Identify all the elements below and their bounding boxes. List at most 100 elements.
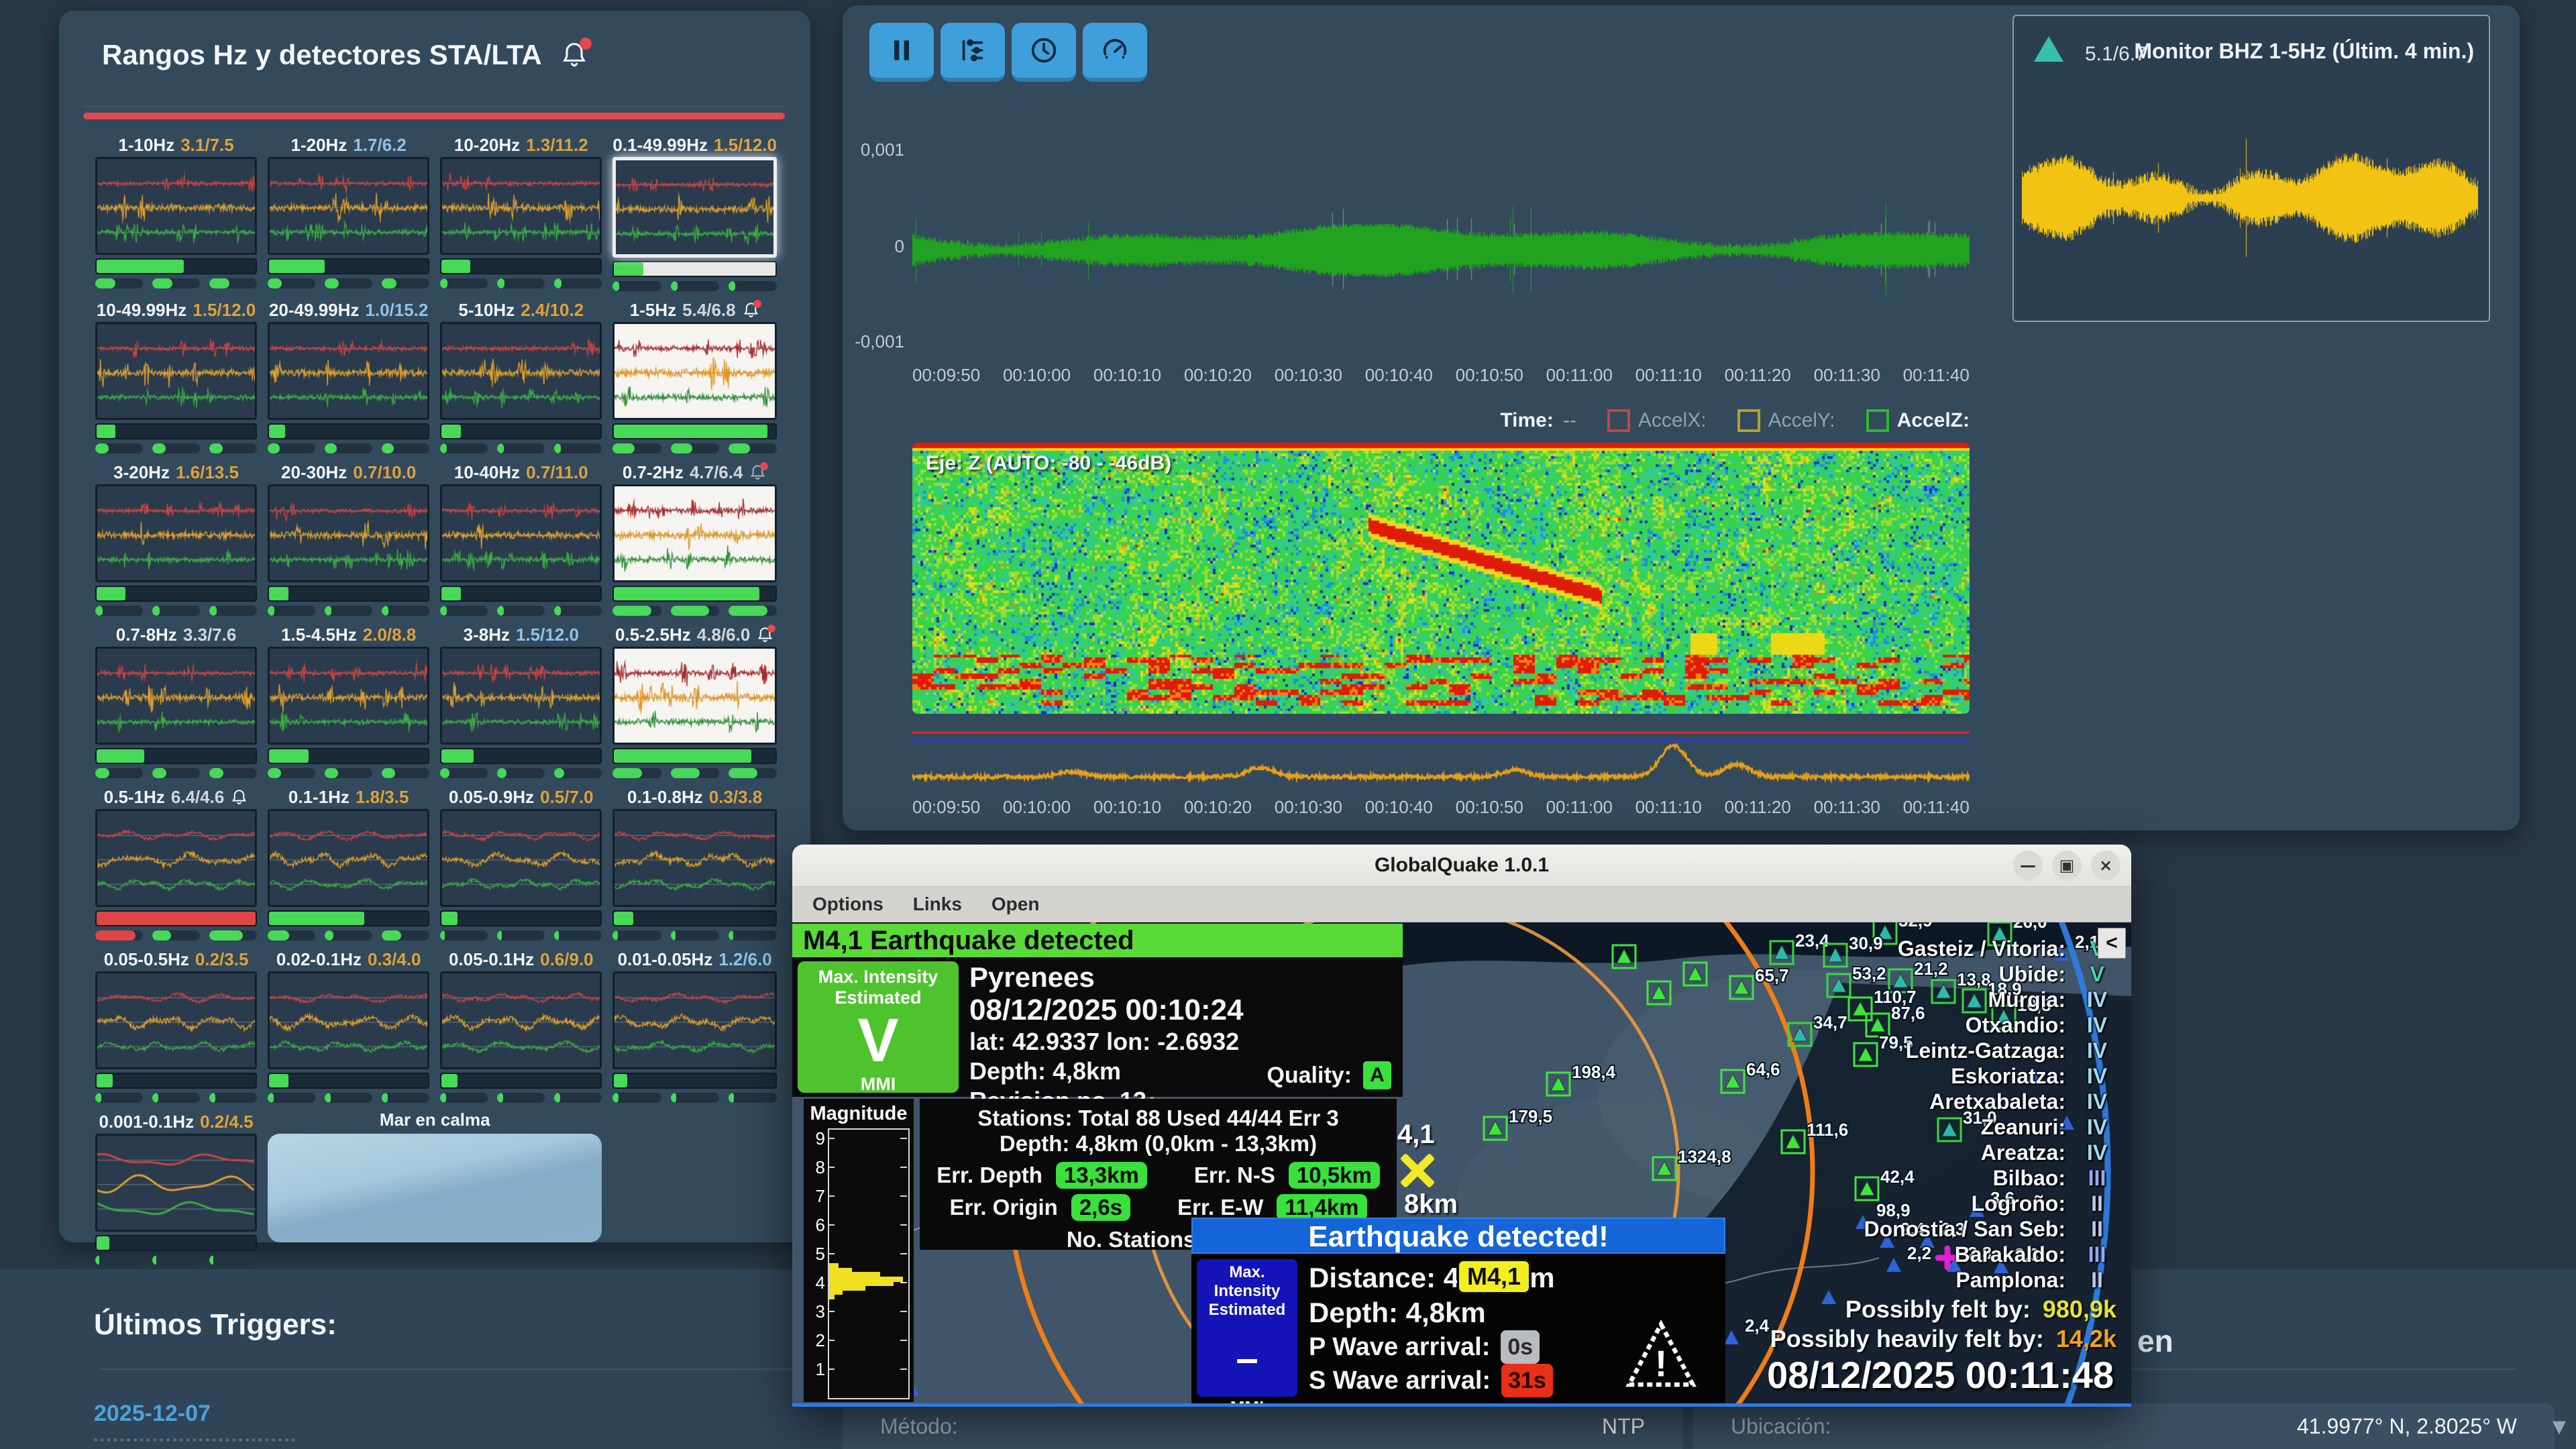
freq-cell-1.5-4.5Hz[interactable]: 1.5-4.5Hz2.0/8.8 — [268, 623, 429, 778]
freq-cell-10-40Hz[interactable]: 10-40Hz0.7/11.0 — [440, 460, 602, 616]
freq-cell-3-20Hz[interactable]: 3-20Hz1.6/13.5 — [95, 460, 257, 616]
time-tick: 00:10:00 — [1003, 797, 1071, 818]
indicator-pills — [268, 278, 429, 288]
calm-sea-label: Mar en calma — [268, 1110, 602, 1134]
freq-cell-label: 1-20Hz1.7/6.2 — [268, 133, 429, 157]
freq-cell-20-30Hz[interactable]: 20-30Hz0.7/10.0 — [268, 460, 429, 616]
err-depth-badge: 13,3km — [1056, 1162, 1147, 1189]
gauge-button[interactable] — [1083, 23, 1147, 82]
indicator-pills — [612, 1093, 777, 1103]
freq-cell-3-8Hz[interactable]: 3-8Hz1.5/12.0 — [440, 623, 602, 778]
freq-cell-10-49.99Hz[interactable]: 10-49.99Hz1.5/12.0 — [95, 298, 257, 453]
trigger-progress-bar — [268, 586, 429, 602]
freq-cell-0.1-0.8Hz[interactable]: 0.1-0.8Hz0.3/3.8 — [612, 785, 777, 941]
trigger-progress-bar — [612, 261, 777, 277]
menu-bar: OptionsLinksOpen — [792, 887, 2131, 922]
scroll-down-arrow[interactable]: ▼ — [2548, 1414, 2571, 1440]
cities-intensity-list: Gasteiz / Vitoria:VUbide:VMurgia:IVOtxan… — [1864, 936, 2116, 1293]
freq-cell-label: 3-8Hz1.5/12.0 — [440, 623, 602, 647]
freq-cell-0.02-0.1Hz[interactable]: 0.02-0.1Hz0.3/4.0 — [268, 947, 429, 1103]
pause-button[interactable] — [869, 23, 934, 82]
city-row: Ubide:V — [1864, 961, 2116, 987]
freq-cell-0.1-1Hz[interactable]: 0.1-1Hz1.8/3.5 — [268, 785, 429, 941]
freq-cell-0.001-0.1Hz[interactable]: 0.001-0.1Hz0.2/4.5 — [95, 1110, 257, 1265]
err-ew-badge: 11,4km — [1277, 1194, 1366, 1221]
freq-cell-5-10Hz[interactable]: 5-10Hz2.4/10.2 — [440, 298, 602, 453]
felt-row: Possibly felt by: 980,9k — [1845, 1295, 2116, 1324]
freq-cell-20-49.99Hz[interactable]: 20-49.99Hz1.0/15.2 — [268, 298, 429, 453]
freq-cell-0.7-2Hz[interactable]: 0.7-2Hz4.7/6.4 — [612, 460, 777, 616]
detected-intensity-box: Max. Intensity Estimated – MMI — [1197, 1259, 1297, 1397]
indicator-pills — [95, 606, 257, 616]
p-wave-label: P Wave arrival: — [1309, 1330, 1490, 1364]
map-collapse-button[interactable]: < — [2098, 928, 2126, 959]
trigger-date-link[interactable]: 2025-12-07 — [94, 1401, 211, 1427]
trigger-progress-bar — [440, 258, 602, 274]
mag-tick-label: 2 — [806, 1330, 825, 1351]
alarm-bell-icon[interactable] — [559, 40, 589, 70]
indicator-pills — [268, 930, 429, 941]
filters-button[interactable] — [941, 23, 1005, 82]
quality-badge: A — [1361, 1059, 1393, 1091]
freq-cell-0.05-0.5Hz[interactable]: 0.05-0.5Hz0.2/3.5 — [95, 947, 257, 1103]
window-titlebar[interactable]: GlobalQuake 1.0.1 — ▣ × — [792, 845, 2131, 887]
freq-cell-label: 0.001-0.1Hz0.2/4.5 — [95, 1110, 257, 1134]
freq-cell-0.7-8Hz[interactable]: 0.7-8Hz3.3/7.6 — [95, 623, 257, 778]
mag-histogram-bar — [829, 1294, 835, 1299]
legend-time: Time:-- — [1500, 409, 1576, 432]
freq-cell-0.05-0.9Hz[interactable]: 0.05-0.9Hz0.5/7.0 — [440, 785, 602, 941]
menu-links[interactable]: Links — [900, 894, 975, 915]
freq-cell-0.5-1Hz[interactable]: 0.5-1Hz6.4/4.6 — [95, 785, 257, 941]
freq-cell-1-5Hz[interactable]: 1-5Hz5.4/6.8 — [612, 298, 777, 453]
err-ew-label: Err. E-W — [1177, 1195, 1263, 1220]
legend-item-AccelX[interactable]: AccelX: — [1607, 409, 1707, 432]
quality-label: Quality: — [1267, 1063, 1352, 1089]
time-tick: 00:10:00 — [1003, 365, 1071, 386]
checkbox-icon[interactable] — [1866, 409, 1889, 432]
seismogram-canvas — [912, 146, 1970, 354]
freq-cell-0.05-0.1Hz[interactable]: 0.05-0.1Hz0.6/9.0 — [440, 947, 602, 1103]
freq-cell-label: 1-5Hz5.4/6.8 — [612, 298, 777, 322]
city-row: Zeanuri:IV — [1864, 1114, 2116, 1140]
close-button[interactable]: × — [2091, 851, 2121, 880]
legend-item-AccelY[interactable]: AccelY: — [1737, 409, 1835, 432]
freq-cell-10-20Hz[interactable]: 10-20Hz1.3/11.2 — [440, 133, 602, 291]
indicator-pills — [268, 443, 429, 453]
calm-sea-tile: Mar en calma — [268, 1110, 602, 1265]
legend-item-AccelZ[interactable]: AccelZ: — [1866, 409, 1970, 432]
monitor-title: Monitor BHZ 1-5Hz (Últim. 4 min.) — [2134, 39, 2474, 64]
time-tick: 00:11:30 — [1814, 365, 1880, 386]
heavily-felt-label: Possibly heavily felt by: — [1770, 1325, 2044, 1353]
freq-cell-0.01-0.05Hz[interactable]: 0.01-0.05Hz1.2/6.0 — [612, 947, 777, 1103]
checkbox-icon[interactable] — [1737, 409, 1760, 432]
globalquake-window: GlobalQuake 1.0.1 — ▣ × OptionsLinksOpen… — [792, 845, 2131, 1405]
freq-ranges-panel: Rangos Hz y detectores STA/LTA 1-10Hz3.1… — [59, 11, 810, 1242]
trigger-progress-bar — [268, 1073, 429, 1089]
city-row: Pamplona:II — [1864, 1267, 2116, 1293]
time-tick: 00:10:10 — [1093, 797, 1161, 818]
checkbox-icon[interactable] — [1607, 409, 1630, 432]
p-wave-badge: 0s — [1501, 1330, 1540, 1364]
minimize-button[interactable]: — — [2013, 851, 2043, 880]
menu-options[interactable]: Options — [799, 894, 897, 915]
freq-cell-label: 0.1-1Hz1.8/3.5 — [268, 785, 429, 809]
clock-button[interactable] — [1012, 23, 1076, 82]
s-wave-badge: 31s — [1501, 1364, 1553, 1397]
maximize-button[interactable]: ▣ — [2052, 851, 2082, 880]
mini-waveform — [95, 484, 257, 582]
city-row: Murgia:IV — [1864, 987, 2116, 1012]
menu-open[interactable]: Open — [978, 894, 1053, 915]
time-tick: 00:11:10 — [1635, 797, 1702, 818]
heavily-felt-row: Possibly heavily felt by: 14,2k — [1770, 1325, 2116, 1353]
seismic-dashboard: Rangos Hz y detectores STA/LTA 1-10Hz3.1… — [0, 0, 2576, 1449]
freq-cell-1-10Hz[interactable]: 1-10Hz3.1/7.5 — [95, 133, 257, 291]
freq-cell-1-20Hz[interactable]: 1-20Hz1.7/6.2 — [268, 133, 429, 291]
freq-cell-0.1-49.99Hz[interactable]: 0.1-49.99Hz1.5/12.0 — [612, 133, 777, 291]
mag-tick-label: 6 — [806, 1215, 825, 1236]
indicator-pills — [440, 930, 602, 941]
spectrogram-label: Eje: Z (AUTO: -80 - -46dB) — [926, 452, 1171, 475]
map-view[interactable]: 32,926,023,430,965,753,221,213,818,910,8… — [792, 922, 2131, 1407]
indicator-pills — [440, 606, 602, 616]
mini-waveform — [612, 322, 777, 420]
freq-cell-0.5-2.5Hz[interactable]: 0.5-2.5Hz4.8/6.0 — [612, 623, 777, 778]
